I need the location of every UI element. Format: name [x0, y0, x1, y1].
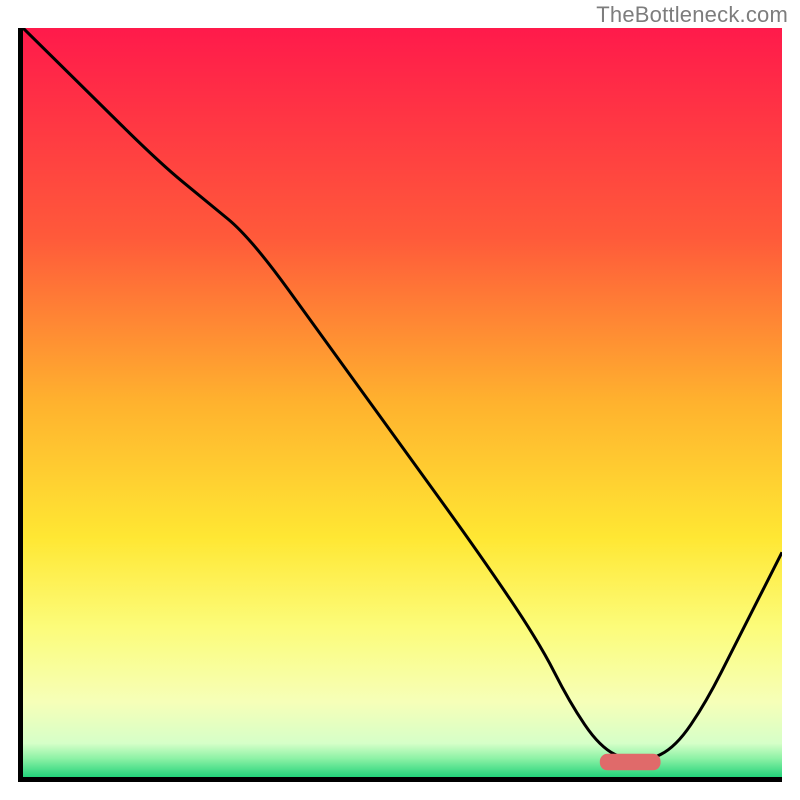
chart-svg	[23, 28, 782, 777]
watermark-text: TheBottleneck.com	[596, 2, 788, 28]
optimum-marker	[600, 754, 661, 770]
chart-stage: TheBottleneck.com	[0, 0, 800, 800]
plot-area	[23, 28, 782, 777]
x-axis-line	[18, 777, 782, 782]
plot-frame	[18, 28, 782, 782]
